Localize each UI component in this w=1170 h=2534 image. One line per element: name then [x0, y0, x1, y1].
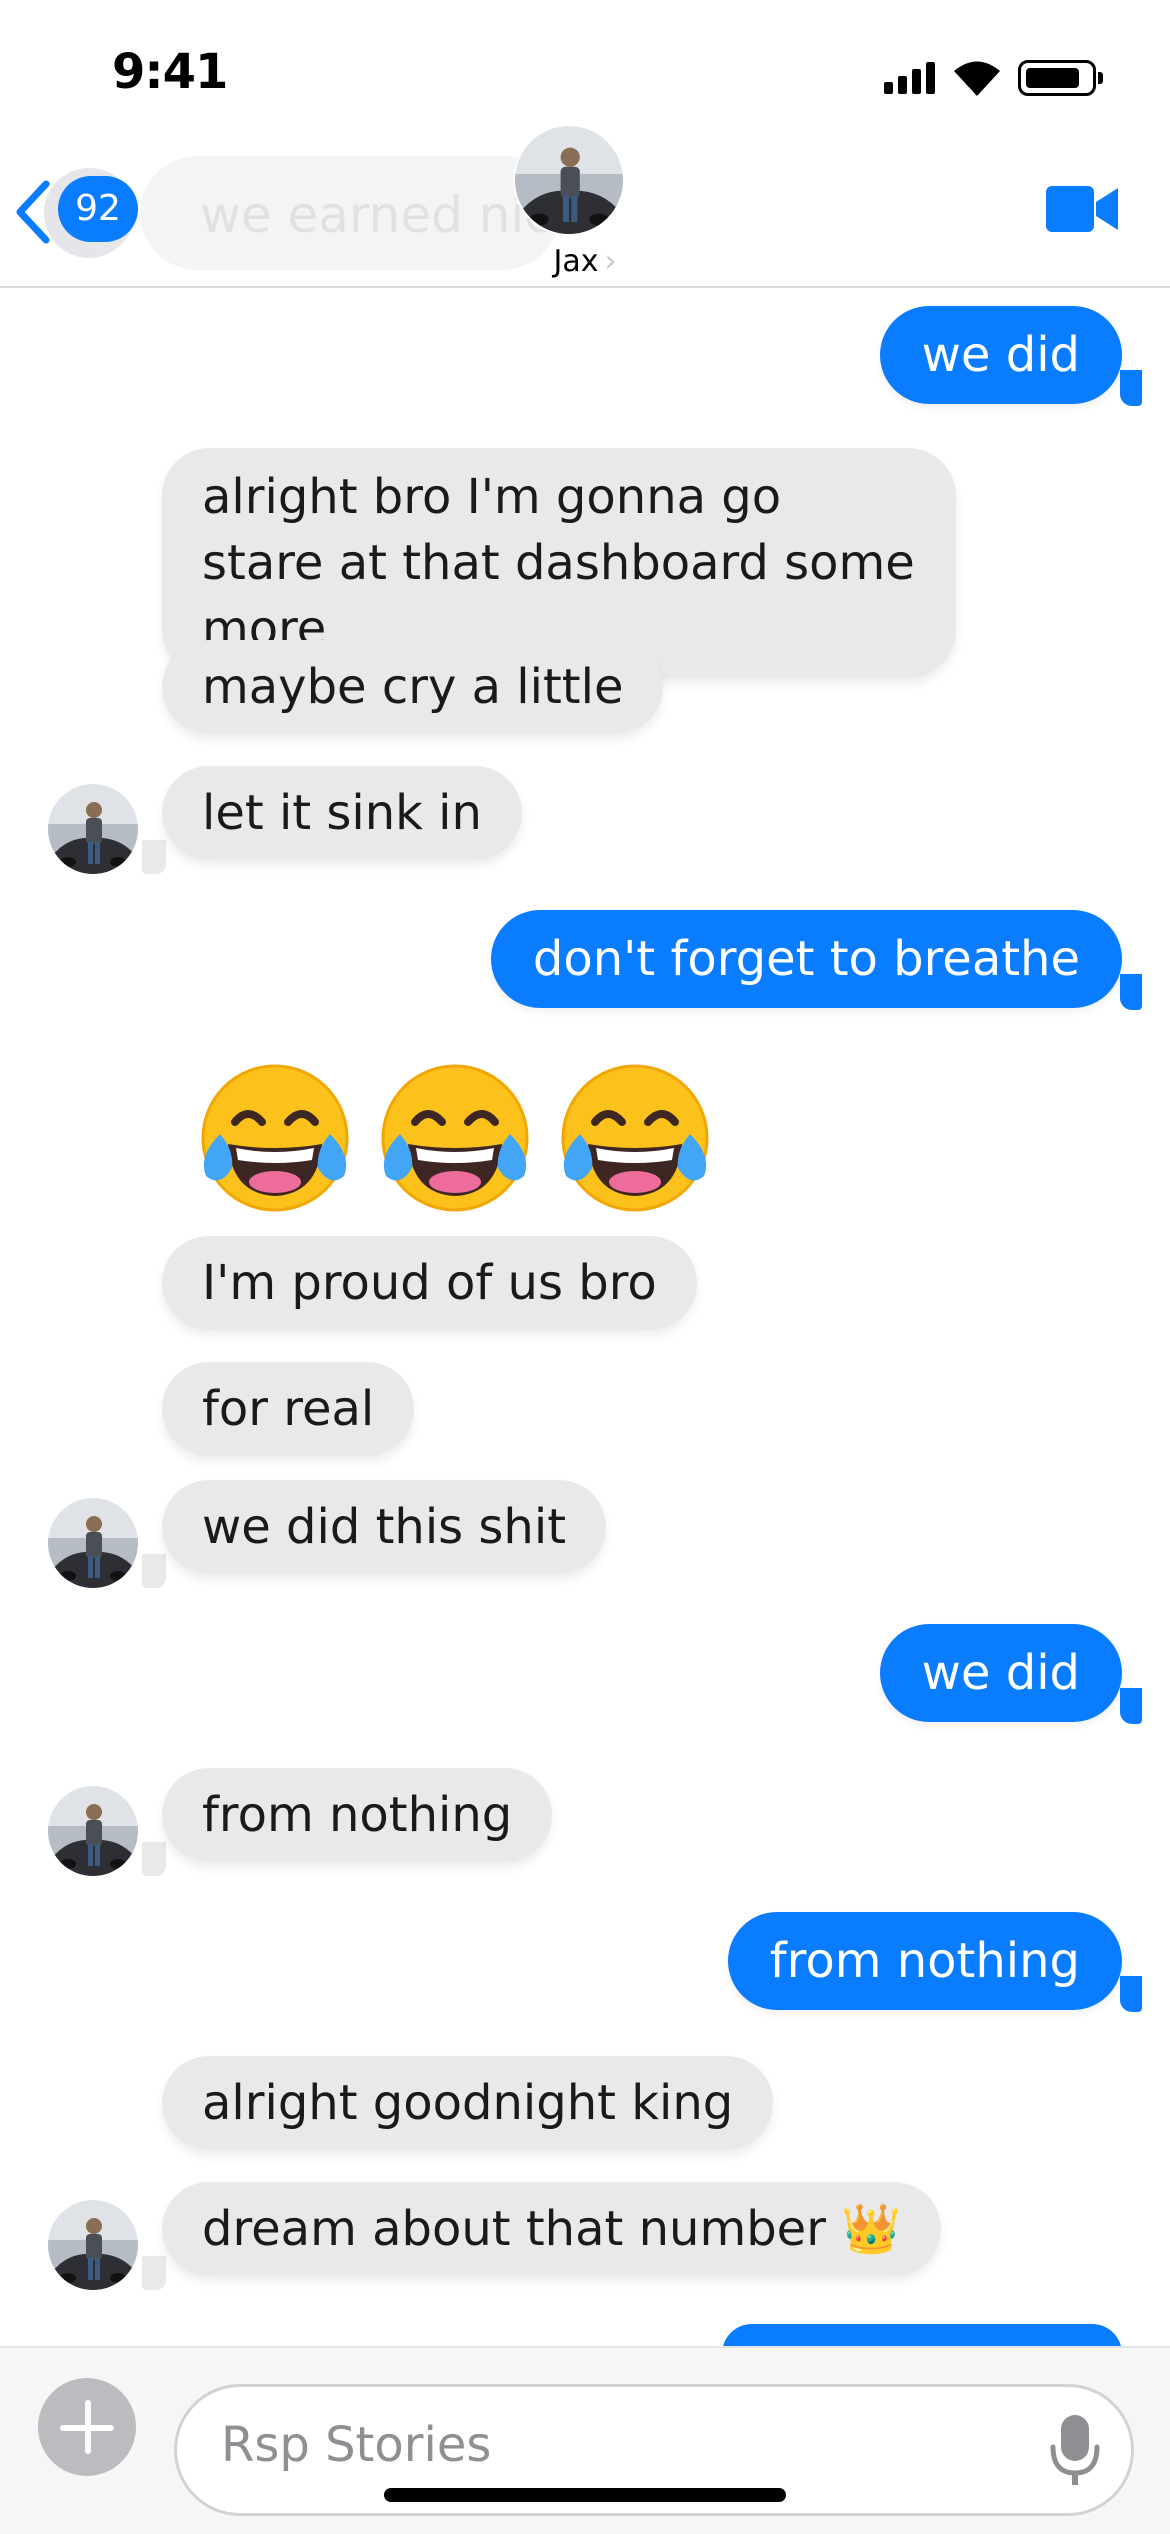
tears-of-joy-emoji-icon [370, 1056, 540, 1226]
incoming-message[interactable]: maybe cry a little [162, 640, 664, 734]
contact-avatar-small[interactable] [48, 1498, 138, 1588]
conversation-header: we earned nice 92 Jax › [0, 120, 1170, 288]
contact-avatar-small[interactable] [48, 2200, 138, 2290]
contact-name: Jax [553, 244, 599, 279]
input-placeholder: Rsp Stories [221, 2417, 492, 2473]
unread-count-badge[interactable]: 92 [58, 176, 138, 242]
outgoing-message[interactable]: from nothing [727, 1912, 1122, 2010]
bubble-tail [142, 1554, 166, 1588]
bubble-tail [1120, 974, 1142, 1010]
home-indicator [384, 2488, 786, 2502]
battery-icon [1018, 60, 1103, 96]
outgoing-message[interactable]: we did [879, 306, 1122, 404]
cellular-signal-icon [884, 62, 938, 94]
contact-avatar-small[interactable] [48, 1786, 138, 1876]
chevron-right-icon: › [604, 244, 617, 279]
outgoing-message[interactable]: don't forget to breathe [490, 910, 1122, 1008]
tears-of-joy-emoji-icon [190, 1056, 360, 1226]
incoming-message[interactable]: for real [162, 1362, 415, 1456]
incoming-message[interactable]: let it sink in [162, 766, 522, 860]
bubble-tail [1120, 370, 1142, 406]
bubble-tail [1120, 1976, 1142, 2012]
wifi-icon [954, 60, 1000, 100]
chevron-left-icon [16, 180, 50, 244]
video-camera-icon [1046, 186, 1118, 232]
message-composer: Rsp Stories [0, 2346, 1170, 2534]
contact-avatar-small[interactable] [48, 784, 138, 874]
bubble-tail [1120, 1688, 1142, 1724]
bubble-tail [142, 2256, 166, 2290]
incoming-message[interactable]: I'm proud of us bro [162, 1236, 697, 1330]
contact-name-button[interactable]: Jax › [0, 244, 1170, 279]
outgoing-message[interactable]: we did [879, 1624, 1122, 1722]
incoming-message[interactable]: alright goodnight king [162, 2056, 774, 2150]
tears-of-joy-emoji-icon [550, 1056, 720, 1226]
status-time: 9:41 [112, 44, 228, 100]
bubble-tail [142, 840, 166, 874]
incoming-message[interactable]: from nothing [162, 1768, 553, 1862]
incoming-message[interactable]: dream about that number 👑 [162, 2182, 941, 2276]
back-button[interactable] [12, 180, 52, 248]
status-bar: 9:41 [0, 0, 1170, 120]
plus-icon[interactable] [38, 2378, 136, 2476]
video-call-button[interactable] [1046, 184, 1120, 238]
preview-text: we earned nice [200, 186, 560, 244]
bubble-tail [142, 1842, 166, 1876]
microphone-icon[interactable] [1047, 2411, 1103, 2495]
contact-avatar[interactable] [513, 124, 625, 236]
incoming-message[interactable]: we did this shit [162, 1480, 607, 1574]
